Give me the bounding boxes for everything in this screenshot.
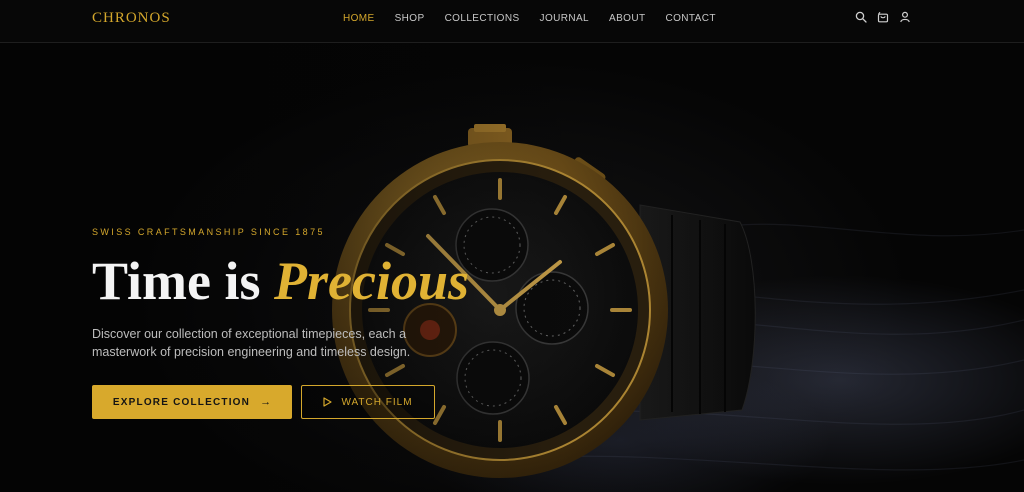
nav-link-home[interactable]: HOME <box>343 13 375 24</box>
watch-film-button[interactable]: WATCH FILM <box>301 385 435 419</box>
explore-collection-button[interactable]: EXPLORE COLLECTION → <box>92 385 292 419</box>
nav-link-shop[interactable]: SHOP <box>395 13 425 24</box>
nav-link-collections[interactable]: COLLECTIONS <box>445 13 520 24</box>
cart-icon[interactable] <box>877 11 889 23</box>
nav-link-journal[interactable]: JOURNAL <box>540 13 589 24</box>
watch-film-label: WATCH FILM <box>341 396 413 408</box>
main-nav: HOME SHOP COLLECTIONS JOURNAL ABOUT CONT… <box>343 13 716 24</box>
headline-plain: Time is <box>92 251 261 311</box>
explore-collection-label: EXPLORE COLLECTION <box>112 396 251 408</box>
hero-description: Discover our collection of exceptional t… <box>92 327 411 359</box>
arrow-right-icon: → <box>260 396 272 408</box>
hero-eyebrow: SWISS CRAFTSMANSHIP SINCE 1875 <box>92 227 325 237</box>
nav-link-contact[interactable]: CONTACT <box>665 13 715 24</box>
user-icon[interactable] <box>899 11 911 23</box>
headline-accent: Precious <box>274 251 470 311</box>
nav-icon-group <box>855 11 911 23</box>
search-icon[interactable] <box>855 11 867 23</box>
top-navbar: CHRONOS HOME SHOP COLLECTIONS JOURNAL AB… <box>0 0 1024 43</box>
nav-link-about[interactable]: ABOUT <box>609 13 645 24</box>
hero-headline: Time is Precious <box>92 248 469 314</box>
brand-logo[interactable]: CHRONOS <box>92 10 171 27</box>
play-icon <box>323 397 333 407</box>
